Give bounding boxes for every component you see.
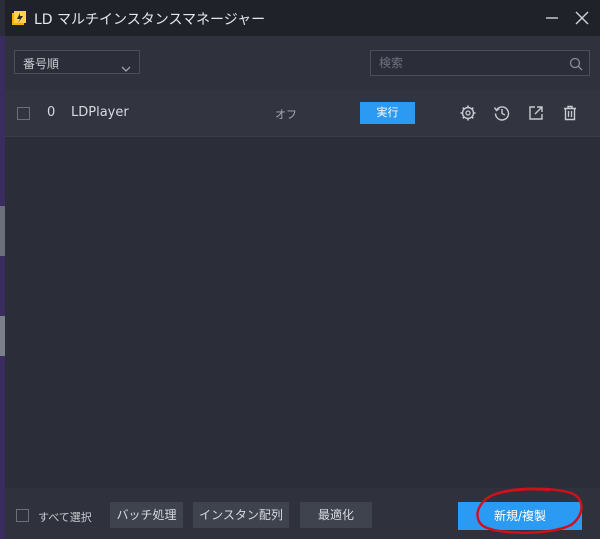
optimize-button[interactable]: 最適化 xyxy=(300,502,372,528)
instance-status: オフ xyxy=(275,108,297,121)
new-clone-button[interactable]: 新規/複製 xyxy=(458,502,582,530)
close-icon[interactable] xyxy=(572,8,592,28)
select-all-label[interactable]: すべて選択 xyxy=(38,509,92,525)
settings-icon[interactable] xyxy=(459,104,477,122)
search-input[interactable] xyxy=(371,51,561,75)
title-bar[interactable]: LD マルチインスタンスマネージャー xyxy=(5,0,600,36)
instance-list: 0 LDPlayer オフ 実行 xyxy=(5,90,600,488)
sort-order-value: 番号順 xyxy=(23,57,60,71)
footer-bar: すべて選択 バッチ処理 インスタン配列 最適化 新規/複製 xyxy=(5,488,600,539)
search-box xyxy=(370,50,590,76)
run-button[interactable]: 実行 xyxy=(360,102,415,124)
search-icon[interactable] xyxy=(569,56,583,75)
arrange-instances-button[interactable]: インスタン配列 xyxy=(193,502,289,528)
toolbar: 番号順 xyxy=(5,36,600,90)
select-all-checkbox[interactable] xyxy=(16,509,29,522)
delete-trash-icon[interactable] xyxy=(561,104,579,122)
minimize-icon[interactable] xyxy=(542,8,562,28)
shortcut-export-icon[interactable] xyxy=(527,104,545,122)
sort-order-select[interactable]: 番号順 xyxy=(14,50,140,74)
ldplayer-app-icon xyxy=(12,10,26,25)
instance-checkbox[interactable] xyxy=(17,107,30,120)
multi-instance-manager-window: LD マルチインスタンスマネージャー 番号順 0 LDPlayer オフ xyxy=(5,0,600,539)
window-title: LD マルチインスタンスマネージャー xyxy=(34,12,266,28)
instance-row[interactable]: 0 LDPlayer オフ 実行 xyxy=(5,90,600,137)
instance-index: 0 xyxy=(47,105,56,120)
instance-name: LDPlayer xyxy=(71,105,129,120)
history-restore-icon[interactable] xyxy=(493,104,511,122)
chevron-down-icon xyxy=(121,58,131,77)
batch-process-button[interactable]: バッチ処理 xyxy=(110,502,183,528)
